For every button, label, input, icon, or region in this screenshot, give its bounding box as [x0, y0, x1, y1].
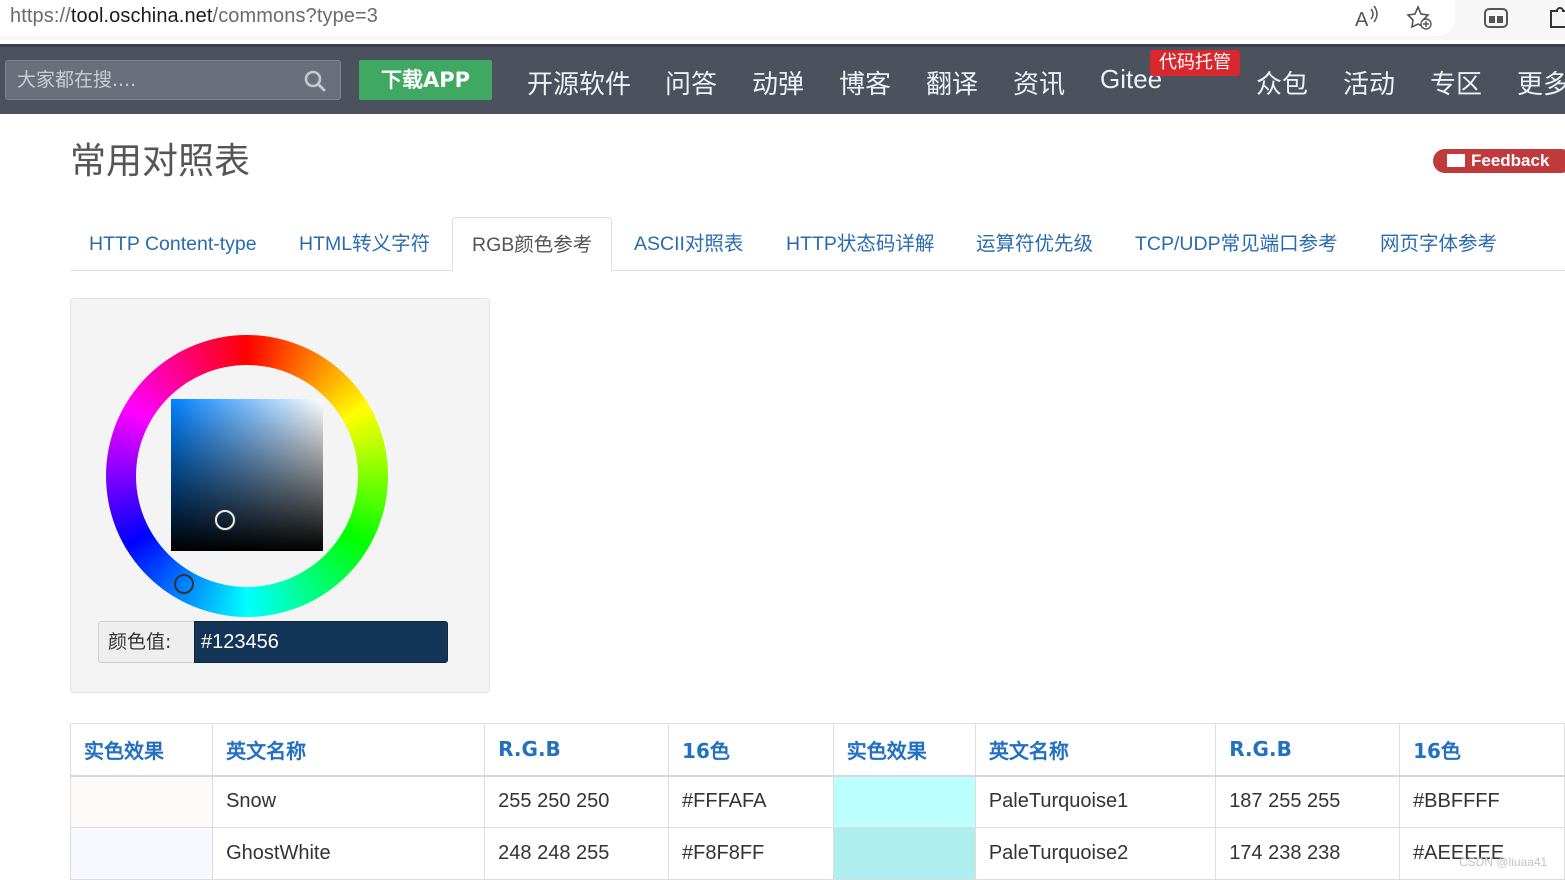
color-name: PaleTurquoise1	[974, 775, 1217, 828]
tab-http-content-type[interactable]: HTTP Content-type	[89, 217, 257, 271]
add-favorite-icon[interactable]	[1404, 3, 1434, 33]
header-rgb: R.G.B	[484, 723, 670, 777]
color-value-group: 颜色值:	[98, 621, 448, 663]
header-english-name: 英文名称	[974, 723, 1217, 777]
watermark: CSDN @liuaa41	[1459, 855, 1548, 869]
url-text: https://tool.oschina.net/commons?type=3	[10, 5, 379, 27]
site-navbar: 下载APP 开源软件 问答 动弹 博客 翻译 资讯 Gitee 代码托管 众包 …	[0, 44, 1565, 114]
read-aloud-icon[interactable]: A	[1351, 3, 1381, 33]
header-english-name: 英文名称	[212, 723, 486, 777]
url-field[interactable]: https://tool.oschina.net/commons?type=3	[0, 0, 1455, 36]
nav-item-news[interactable]: 资讯	[1013, 64, 1065, 101]
page-title: 常用对照表	[70, 141, 251, 182]
extensions-icon[interactable]	[1545, 3, 1565, 33]
color-swatch	[832, 827, 976, 880]
color-value-input[interactable]	[194, 621, 448, 663]
reference-tabs: HTTP Content-type HTML转义字符 RGB颜色参考 ASCII…	[70, 217, 1565, 272]
feedback-label: Feedback	[1471, 151, 1550, 170]
nav-item-tweets[interactable]: 动弹	[752, 64, 804, 101]
nav-item-events[interactable]: 活动	[1343, 64, 1395, 101]
saturation-value-handle[interactable]	[215, 510, 235, 530]
table-header-row: 实色效果 英文名称 R.G.B 16色 实色效果 英文名称 R.G.B 16色	[69, 723, 1565, 777]
search-box	[5, 60, 341, 100]
download-app-button[interactable]: 下载APP	[359, 60, 492, 100]
gitee-badge: 代码托管	[1150, 50, 1240, 76]
color-name: PaleTurquoise2	[974, 827, 1217, 880]
table-row: GhostWhite 248 248 255 #F8F8FF PaleTurqu…	[69, 827, 1565, 880]
hue-handle[interactable]	[174, 574, 194, 594]
tab-tcp-udp-ports[interactable]: TCP/UDP常见端口参考	[1135, 217, 1338, 271]
color-hex: #F8F8FF	[668, 827, 834, 880]
nav-item-translate[interactable]: 翻译	[926, 64, 978, 101]
nav-item-open-source[interactable]: 开源软件	[527, 64, 631, 101]
color-rgb: 174 238 238	[1215, 827, 1401, 880]
color-hex: #AEEEEE	[1399, 827, 1565, 880]
color-hex: #FFFAFA	[668, 775, 834, 828]
collections-icon[interactable]	[1481, 3, 1511, 33]
color-swatch	[69, 827, 214, 880]
header-hex: 16色	[1399, 723, 1565, 777]
browser-address-bar: https://tool.oschina.net/commons?type=3 …	[0, 0, 1565, 40]
svg-text:A: A	[1355, 9, 1369, 31]
search-icon[interactable]	[304, 70, 326, 92]
header-swatch: 实色效果	[69, 723, 214, 777]
nav-item-blog[interactable]: 博客	[839, 64, 891, 101]
nav-item-qa[interactable]: 问答	[665, 64, 717, 101]
tab-web-fonts[interactable]: 网页字体参考	[1380, 217, 1497, 271]
tab-ascii[interactable]: ASCII对照表	[634, 217, 743, 271]
color-swatch	[69, 775, 214, 828]
header-hex: 16色	[668, 723, 834, 777]
color-name: Snow	[212, 775, 486, 828]
tab-html-escape[interactable]: HTML转义字符	[299, 217, 430, 271]
nav-item-zones[interactable]: 专区	[1430, 64, 1482, 101]
mail-icon	[1447, 154, 1465, 167]
color-value-label: 颜色值:	[98, 621, 194, 663]
color-name: GhostWhite	[212, 827, 486, 880]
color-rgb: 187 255 255	[1215, 775, 1401, 828]
tab-operator-precedence[interactable]: 运算符优先级	[976, 217, 1093, 271]
saturation-value-square[interactable]	[171, 399, 323, 551]
feedback-button[interactable]: Feedback	[1433, 149, 1565, 173]
header-swatch: 实色效果	[832, 723, 976, 777]
search-input[interactable]	[6, 61, 296, 99]
header-rgb: R.G.B	[1215, 723, 1401, 777]
nav-item-crowdsource[interactable]: 众包	[1256, 64, 1308, 101]
rgb-reference-table: 实色效果 英文名称 R.G.B 16色 实色效果 英文名称 R.G.B 16色 …	[69, 723, 1565, 880]
color-hex: #BBFFFF	[1399, 775, 1565, 828]
table-row: Snow 255 250 250 #FFFAFA PaleTurquoise1 …	[69, 775, 1565, 828]
tab-rgb-colors[interactable]: RGB颜色参考	[452, 217, 612, 272]
tab-http-status[interactable]: HTTP状态码详解	[786, 217, 934, 271]
color-rgb: 255 250 250	[484, 775, 670, 828]
color-rgb: 248 248 255	[484, 827, 670, 880]
color-swatch	[832, 775, 976, 828]
nav-item-more[interactable]: 更多	[1517, 64, 1565, 101]
color-picker-panel: 颜色值:	[70, 298, 490, 693]
